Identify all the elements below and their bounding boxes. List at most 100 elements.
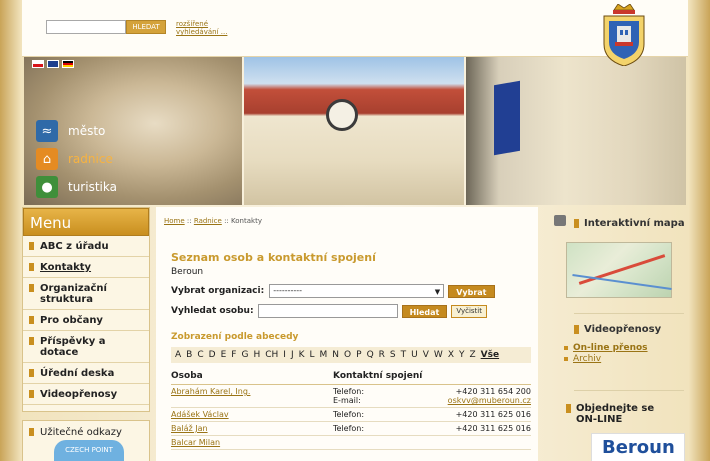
alphabet-letter[interactable]: V bbox=[423, 350, 429, 360]
person-link[interactable]: Baláž Jan bbox=[171, 424, 208, 433]
contact-labels: Telefon: E-mail: bbox=[333, 387, 393, 405]
alphabet-letter[interactable]: K bbox=[299, 350, 305, 360]
alphabet-letter[interactable]: A bbox=[175, 350, 181, 360]
menu-item-uredni-deska[interactable]: Úřední deska bbox=[23, 363, 149, 384]
building-photo bbox=[466, 57, 686, 205]
breadcrumb-separator: :: bbox=[224, 217, 229, 225]
bullet-icon bbox=[29, 263, 34, 271]
menu-title: Menu bbox=[23, 208, 149, 236]
alphabet-letter[interactable]: Y bbox=[459, 350, 465, 360]
bullet-icon bbox=[574, 325, 579, 334]
find-button[interactable]: Hledat bbox=[401, 304, 448, 318]
alphabet-letter[interactable]: Z bbox=[469, 350, 475, 360]
order-online-box: Objednejte se ON-LINE bbox=[566, 403, 656, 425]
table-row: Baláž Jan Telefon: +420 311 625 016 bbox=[171, 422, 531, 436]
bullet-icon bbox=[29, 337, 34, 345]
flag-en-icon[interactable] bbox=[47, 60, 59, 68]
alphabet-letter[interactable]: R bbox=[379, 350, 385, 360]
alphabet-letter[interactable]: P bbox=[356, 350, 361, 360]
alphabet-letter[interactable]: J bbox=[291, 350, 294, 360]
phone-label: Telefon: bbox=[333, 424, 365, 433]
contacts-table: Osoba Kontaktní spojení Abrahám Karel, I… bbox=[171, 371, 531, 450]
person-cell: Abrahám Karel, Ing. bbox=[171, 387, 333, 405]
side-menu: Menu ABC z úřadu Kontakty Organizační st… bbox=[22, 207, 150, 412]
organization-filter: Vybrat organizaci: ---------- ▼ Vybrat bbox=[171, 284, 495, 298]
search-button[interactable]: HLEDAT bbox=[126, 20, 166, 34]
interactive-map-thumbnail[interactable] bbox=[566, 242, 672, 298]
menu-item-label: Kontakty bbox=[40, 262, 92, 273]
hero-nav-mesto[interactable]: ≈ město bbox=[36, 117, 117, 145]
table-row: Abrahám Karel, Ing. Telefon: E-mail: +420… bbox=[171, 385, 531, 408]
menu-item-abc[interactable]: ABC z úřadu bbox=[23, 236, 149, 257]
alphabet-letter[interactable]: Q bbox=[367, 350, 374, 360]
online-stream-link[interactable]: On-line přenos bbox=[564, 343, 648, 353]
alphabet-letter[interactable]: G bbox=[241, 350, 248, 360]
archive-label: Archiv bbox=[573, 354, 602, 364]
table-row: Balcar Milan bbox=[171, 436, 531, 450]
clock-image bbox=[326, 99, 358, 131]
alphabet-letter[interactable]: C bbox=[197, 350, 203, 360]
flag-cz-icon[interactable] bbox=[32, 60, 44, 68]
menu-item-pro-obcany[interactable]: Pro občany bbox=[23, 310, 149, 331]
statue-photo: ≈ město ⌂ radnice ● turistika bbox=[24, 57, 242, 205]
hero-nav-label: turistika bbox=[68, 180, 117, 194]
alphabet-all-link[interactable]: Vše bbox=[481, 350, 499, 360]
video-title-text: Videopřenosy bbox=[584, 324, 662, 335]
order-online-title: Objednejte se ON-LINE bbox=[576, 403, 655, 425]
search-input[interactable] bbox=[46, 20, 126, 34]
beroun-logo[interactable]: Beroun bbox=[591, 433, 685, 461]
organization-select[interactable]: ---------- ▼ bbox=[269, 284, 445, 298]
menu-item-videoprenosy[interactable]: Videopřenosy bbox=[23, 384, 149, 405]
alphabet-letter[interactable]: I bbox=[283, 350, 286, 360]
person-search-input[interactable] bbox=[257, 304, 398, 318]
townhall-icon: ⌂ bbox=[36, 148, 58, 170]
czechpoint-logo[interactable]: CZECH POINT bbox=[54, 440, 124, 461]
footprint-icon: ● bbox=[36, 176, 58, 198]
advanced-search-link[interactable]: rozšířené vyhledávání ... bbox=[176, 20, 236, 36]
phone-value: +420 311 625 016 bbox=[455, 410, 531, 419]
email-link[interactable]: oskvv@muberoun.cz bbox=[448, 396, 531, 405]
person-link[interactable]: Abrahám Karel, Ing. bbox=[171, 387, 250, 396]
bullet-icon bbox=[566, 404, 571, 413]
bullet-icon bbox=[29, 390, 34, 398]
bullet-icon bbox=[29, 316, 34, 324]
alphabet-letter[interactable]: E bbox=[221, 350, 227, 360]
top-bar: HLEDAT rozšířené vyhledávání ... bbox=[22, 0, 688, 57]
alphabet-letter[interactable]: D bbox=[209, 350, 216, 360]
alphabet-letter[interactable]: X bbox=[448, 350, 454, 360]
archive-link[interactable]: Archiv bbox=[564, 354, 601, 364]
menu-item-prispevky[interactable]: Příspěvky a dotace bbox=[23, 331, 149, 363]
alphabet-letter[interactable]: T bbox=[401, 350, 407, 360]
person-link[interactable]: Adášek Václav bbox=[171, 410, 229, 419]
alphabet-letter[interactable]: F bbox=[231, 350, 236, 360]
alphabet-letter[interactable]: L bbox=[310, 350, 315, 360]
flag-de-icon[interactable] bbox=[62, 60, 74, 68]
menu-item-kontakty[interactable]: Kontakty bbox=[23, 257, 149, 278]
alphabet-letter[interactable]: S bbox=[390, 350, 396, 360]
alphabet-letter[interactable]: B bbox=[186, 350, 192, 360]
table-header: Osoba Kontaktní spojení bbox=[171, 371, 531, 385]
select-organization-button[interactable]: Vybrat bbox=[448, 284, 495, 298]
phone-label: Telefon: bbox=[333, 387, 365, 396]
city-crest-icon[interactable] bbox=[600, 4, 648, 66]
alphabet-title: Zobrazení podle abecedy bbox=[171, 332, 299, 342]
hero-nav-turistika[interactable]: ● turistika bbox=[36, 173, 117, 201]
map-title-text: Interaktivní mapa bbox=[584, 218, 685, 229]
clear-button[interactable]: Vyčistit bbox=[451, 304, 487, 318]
menu-item-organizacni-struktura[interactable]: Organizační struktura bbox=[23, 278, 149, 310]
print-icon[interactable] bbox=[554, 215, 566, 226]
alphabet-letter[interactable]: CH bbox=[265, 350, 278, 360]
breadcrumb-radnice[interactable]: Radnice bbox=[194, 217, 222, 225]
alphabet-letter[interactable]: H bbox=[253, 350, 260, 360]
person-link[interactable]: Balcar Milan bbox=[171, 438, 220, 447]
organization-select-value: ---------- bbox=[273, 286, 303, 295]
alphabet-letter[interactable]: O bbox=[344, 350, 351, 360]
alphabet-letter[interactable]: M bbox=[320, 350, 328, 360]
bullet-icon bbox=[564, 346, 568, 350]
hero-nav-radnice[interactable]: ⌂ radnice bbox=[36, 145, 117, 173]
alphabet-letter[interactable]: W bbox=[434, 350, 443, 360]
alphabet-letter[interactable]: U bbox=[411, 350, 418, 360]
phone-value: +420 311 654 200 bbox=[455, 387, 531, 396]
alphabet-letter[interactable]: N bbox=[332, 350, 339, 360]
breadcrumb-home[interactable]: Home bbox=[164, 217, 185, 225]
